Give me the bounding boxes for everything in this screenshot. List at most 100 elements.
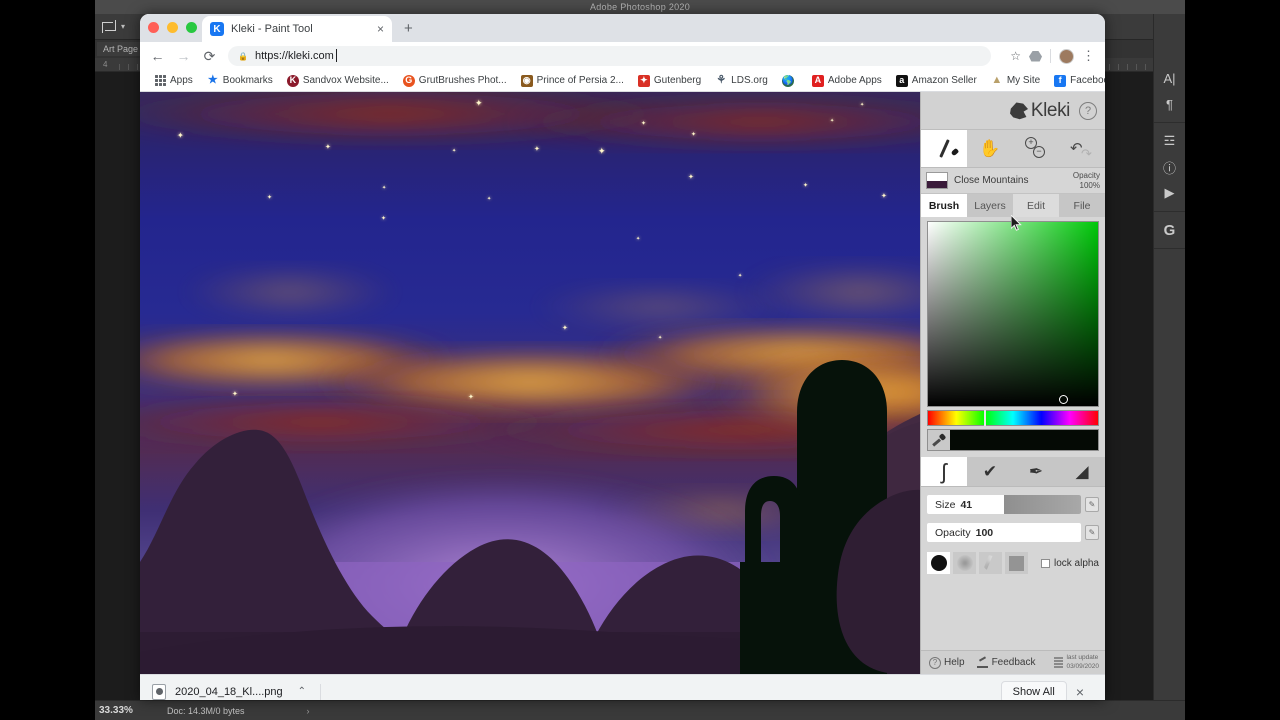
question-mark-icon[interactable]: ? (1079, 101, 1097, 120)
pen-brush-icon[interactable]: ʃ (921, 457, 967, 486)
zoom-out-icon[interactable]: − (1033, 145, 1045, 158)
chrome-menu-icon[interactable]: ⋮ (1082, 48, 1095, 64)
layer-row[interactable]: Close Mountains Opacity 100% (921, 168, 1105, 194)
play-icon[interactable]: ▶ (1157, 180, 1183, 206)
forward-button[interactable]: → (176, 48, 191, 64)
hand-tool[interactable]: ✋ (967, 130, 1013, 167)
saturation-value-picker[interactable] (927, 221, 1099, 407)
bookmark-star-icon[interactable]: ☆ (1010, 49, 1021, 63)
chrome-browser-window: K Kleki - Paint Tool × + ← → ⟳ 🔒 https:/… (140, 14, 1105, 700)
size-slider[interactable]: Size 41 (927, 495, 1081, 514)
feedback-button[interactable]: Feedback (971, 657, 1042, 668)
curve-stroke-swatch[interactable] (979, 552, 1002, 574)
address-bar-url: https://kleki.com (254, 49, 337, 62)
photoshop-document-tab[interactable]: Art Page (97, 42, 145, 56)
address-bar[interactable]: 🔒 https://kleki.com (228, 46, 992, 66)
close-shelf-icon[interactable]: × (1067, 684, 1093, 700)
profile-avatar[interactable] (1059, 48, 1074, 64)
artwork-desert-sunset (140, 92, 920, 674)
star-sparkle: ✦ (860, 102, 865, 108)
undo-redo-tool[interactable]: ↶ ↷ (1059, 130, 1105, 167)
hue-slider-knob[interactable] (984, 410, 987, 426)
opacity-slider-row: Opacity 100 ✎ (927, 522, 1099, 543)
brush-shape-row: ʃ ✔ ✒ ◢ (921, 457, 1105, 487)
zoom-tool[interactable]: + − (1013, 130, 1059, 167)
reload-button[interactable]: ⟳ (202, 48, 217, 65)
chevron-down-icon[interactable]: ▾ (121, 22, 125, 31)
browser-toolbar: ← → ⟳ 🔒 https://kleki.com ☆ ⋮ (140, 42, 1105, 70)
eraser-icon[interactable]: ◢ (1059, 457, 1105, 486)
lds-icon: ⚘ (716, 74, 727, 86)
browser-tab-kleki[interactable]: K Kleki - Paint Tool × (202, 16, 392, 42)
star-sparkle: ✦ (562, 325, 568, 332)
eyedropper-icon[interactable] (928, 430, 950, 450)
square-flat-swatch[interactable] (1005, 552, 1028, 574)
last-update-info[interactable]: last update 03/09/2020 (1054, 654, 1103, 670)
maximize-window-button[interactable] (186, 22, 197, 33)
bookmark-prince-of-persia[interactable]: ◉ Prince of Persia 2... (514, 74, 631, 87)
toolbar-right-icons: ☆ ⋮ (1002, 48, 1095, 64)
bookmark-globe[interactable]: 🌎 (775, 74, 805, 87)
show-all-downloads-button[interactable]: Show All (1000, 680, 1067, 700)
close-window-button[interactable] (148, 22, 159, 33)
bookmark-apps[interactable]: Apps (148, 75, 200, 86)
blend-brush-icon[interactable]: ✔ (967, 457, 1013, 486)
tab-file[interactable]: File (1059, 194, 1105, 217)
size-edit-icon[interactable]: ✎ (1085, 497, 1099, 512)
bookmark-label: Apps (170, 75, 193, 86)
tab-brush[interactable]: Brush (921, 194, 967, 217)
star-sparkle: ✦ (641, 121, 647, 127)
size-slider-fill (1004, 495, 1081, 514)
properties-icon[interactable]: ☲ (1157, 128, 1183, 154)
creative-cloud-icon[interactable]: G (1157, 217, 1183, 243)
current-color-swatch[interactable] (950, 430, 1098, 450)
kleki-logo: Kleki (1009, 100, 1070, 122)
tab-layers[interactable]: Layers (967, 194, 1013, 217)
redo-icon[interactable]: ↷ (1081, 146, 1092, 162)
info-icon[interactable]: ⓘ (1157, 154, 1183, 180)
opacity-slider[interactable]: Opacity 100 (927, 523, 1081, 542)
download-item[interactable]: 2020_04_18_Kl....png ⌃ (152, 683, 322, 700)
solid-round-swatch[interactable] (927, 552, 950, 574)
noise-round-swatch[interactable] (953, 552, 976, 574)
download-menu-chevron-icon[interactable]: ⌃ (292, 686, 306, 697)
paragraph-panel-icon[interactable]: ¶ (1157, 91, 1183, 117)
opacity-edit-icon[interactable]: ✎ (1085, 525, 1099, 540)
size-slider-row: Size 41 ✎ (927, 494, 1099, 515)
help-button[interactable]: ? Help (923, 656, 971, 669)
kleki-logo-mark (1010, 102, 1029, 120)
back-button[interactable]: ← (150, 48, 165, 64)
zoom-level: 33.33% (99, 705, 133, 716)
tab-edit[interactable]: Edit (1013, 194, 1059, 217)
bookmark-sandvox[interactable]: K Sandvox Website... (280, 74, 396, 87)
bookmark-grutbrushes[interactable]: G GrutBrushes Phot... (396, 74, 514, 87)
bookmark-gutenberg[interactable]: ✦ Gutenberg (631, 74, 708, 87)
bookmark-adobe-apps[interactable]: A Adobe Apps (805, 74, 889, 87)
hue-slider[interactable] (927, 410, 1099, 426)
close-tab-icon[interactable]: × (377, 22, 384, 36)
bookmark-bookmarks[interactable]: ★ Bookmarks (200, 75, 280, 87)
star-sparkle: ✦ (658, 335, 663, 341)
status-expand-arrow[interactable]: › (307, 706, 310, 716)
google-drive-icon[interactable] (1029, 50, 1042, 62)
star-sparkle: ✦ (382, 185, 387, 191)
feedback-label: Feedback (991, 657, 1036, 668)
minimize-window-button[interactable] (167, 22, 178, 33)
bookmark-lds[interactable]: ⚘ LDS.org (708, 75, 775, 87)
new-tab-button[interactable]: + (404, 20, 413, 37)
sketchy-brush-icon[interactable]: ✒ (1013, 457, 1059, 486)
crop-tool-icon[interactable] (101, 19, 116, 34)
layer-opacity: Opacity 100% (1073, 171, 1100, 190)
zoom-icons: + − (1022, 136, 1050, 161)
bookmark-my-site[interactable]: ▲ My Site (984, 75, 1047, 87)
lock-alpha-checkbox[interactable] (1040, 558, 1050, 568)
lock-alpha-control[interactable]: lock alpha (1040, 558, 1099, 569)
color-picker-knob[interactable] (1058, 394, 1068, 404)
character-panel-icon[interactable]: A| (1157, 65, 1183, 91)
brush-tool[interactable] (921, 130, 967, 167)
paint-canvas[interactable]: ✦ ✦ ✦ ✦ ✦ ✦ ✦ ✦ ✦ ✦ ✦ ✦ ✦ ✦ ✦ ✦ ✦ ✦ ✦ ✦ ✦ ✦ ✦ (140, 92, 920, 674)
bookmark-amazon-seller[interactable]: a Amazon Seller (889, 74, 984, 87)
bookmark-facebook[interactable]: f Facebook (1047, 74, 1105, 87)
layer-thumbnail (926, 172, 948, 189)
adobe-icon: A (811, 74, 824, 87)
